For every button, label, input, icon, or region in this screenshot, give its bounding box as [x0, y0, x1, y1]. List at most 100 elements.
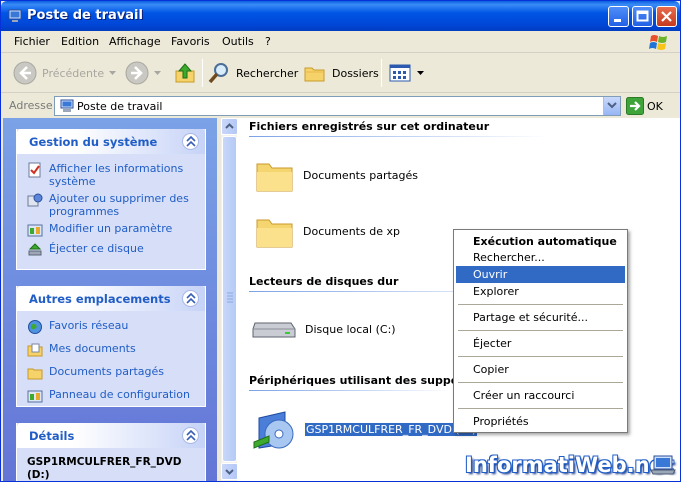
search-button[interactable]: Rechercher [207, 60, 298, 86]
menu-item-create-shortcut[interactable]: Créer un raccourci [456, 387, 625, 404]
toolbar: Précédente Rechercher Dossiers [1, 53, 680, 93]
menu-fichier[interactable]: Fichier [14, 35, 50, 48]
task-add-remove-programs[interactable]: Ajouter ou supprimer des programmes [27, 192, 199, 218]
panel-header[interactable]: Autres emplacements [17, 286, 205, 311]
panel-title: Autres emplacements [29, 292, 171, 306]
double-chevron-up-icon [186, 293, 196, 304]
close-icon [661, 11, 672, 22]
context-menu: Exécution automatique Rechercher... Ouvr… [453, 229, 628, 433]
computer-icon [60, 99, 74, 112]
watermark-text: InformatiWeb.net [465, 453, 674, 477]
drive-dvd-d[interactable]: GSP1RMCULFRER_FR_DVD (D:) [251, 406, 479, 452]
drive-local-c[interactable]: Disque local (C:) [251, 315, 396, 343]
hard-disk-icon [252, 322, 296, 338]
folder-shared-documents[interactable]: Documents partagés [255, 156, 418, 194]
control-panel-icon [27, 390, 43, 403]
menu-outils[interactable]: Outils [222, 35, 254, 48]
collapse-button[interactable] [182, 133, 199, 150]
minimize-button[interactable] [608, 6, 629, 27]
panel-header[interactable]: Détails [17, 423, 205, 448]
double-chevron-up-icon [186, 136, 196, 147]
menu-separator [458, 356, 623, 357]
chevron-down-icon [154, 70, 161, 75]
back-arrow-icon [13, 61, 37, 85]
scroll-up-button[interactable] [221, 118, 238, 135]
maximize-icon [636, 10, 649, 22]
folders-label: Dossiers [332, 66, 379, 80]
grip-icon [227, 292, 233, 303]
menu-item-eject[interactable]: Éjecter [456, 335, 625, 352]
system-info-icon [28, 162, 41, 178]
section-title-removable: Périphériques utilisant des supports amo… [249, 374, 453, 387]
forward-arrow-icon [125, 61, 149, 85]
up-folder-button[interactable] [173, 60, 197, 86]
my-documents-icon [27, 343, 43, 357]
address-input[interactable]: Poste de travail [54, 96, 621, 116]
double-chevron-up-icon [186, 430, 196, 441]
folders-button[interactable]: Dossiers [303, 60, 379, 86]
task-system-info[interactable]: Afficher les informations système [27, 162, 199, 188]
scroll-down-button[interactable] [221, 463, 238, 480]
close-button[interactable] [656, 6, 677, 27]
place-network[interactable]: Favoris réseau [27, 319, 199, 335]
chevron-up-icon [225, 123, 234, 129]
views-button[interactable] [388, 60, 424, 86]
go-arrow-icon [626, 97, 644, 115]
title-bar[interactable]: Poste de travail [1, 1, 680, 31]
control-panel-icon [27, 224, 43, 237]
panel-header[interactable]: Gestion du système [17, 129, 205, 154]
menu-item-search[interactable]: Rechercher... [456, 249, 625, 266]
maximize-button[interactable] [632, 6, 653, 27]
section-title-files: Fichiers enregistrés sur cet ordinateur [249, 120, 490, 133]
menu-bar: Fichier Edition Affichage Favoris Outils… [1, 31, 680, 53]
forward-button[interactable] [125, 60, 161, 86]
computer-icon [8, 9, 22, 22]
menu-separator [458, 304, 623, 305]
place-shared-documents[interactable]: Documents partagés [27, 365, 199, 381]
collapse-button[interactable] [182, 290, 199, 307]
menu-item-open[interactable]: Ouvrir [456, 266, 625, 283]
menu-favoris[interactable]: Favoris [171, 35, 210, 48]
folder-documents-xp[interactable]: Documents de xp [255, 212, 400, 250]
search-label: Rechercher [236, 66, 299, 80]
menu-item-autoplay[interactable]: Exécution automatique [456, 233, 625, 250]
section-title-drives: Lecteurs de disques dur [249, 275, 399, 288]
toolbar-separator [381, 59, 382, 87]
task-modify-setting[interactable]: Modifier un paramètre [27, 222, 199, 238]
windows-logo-icon [649, 35, 667, 50]
address-dropdown-button[interactable] [603, 97, 620, 115]
place-my-documents[interactable]: Mes documents [27, 342, 199, 358]
menu-item-sharing-security[interactable]: Partage et sécurité... [456, 309, 625, 326]
menu-item-copy[interactable]: Copier [456, 361, 625, 378]
menu-affichage[interactable]: Affichage [109, 35, 161, 48]
panel-title: Détails [29, 429, 75, 443]
address-label: Adresse [9, 99, 53, 112]
back-button[interactable]: Précédente [13, 60, 117, 86]
dvd-drive-label: GSP1RMCULFRER_FR_DVD (D:) [303, 421, 479, 437]
menu-item-explore[interactable]: Explorer [456, 283, 625, 300]
folder-icon [27, 368, 43, 380]
menu-item-properties[interactable]: Propriétés [456, 413, 625, 430]
folders-icon [304, 67, 325, 82]
menu-edition[interactable]: Edition [61, 35, 99, 48]
place-control-panel[interactable]: Panneau de configuration [27, 388, 199, 404]
menu-help[interactable]: ? [265, 35, 271, 48]
task-eject-disk[interactable]: Éjecter ce disque [27, 242, 199, 258]
programs-icon [27, 193, 43, 207]
chevron-down-icon [417, 70, 424, 75]
panel-details: Détails GSP1RMCULFRER_FR_DVD (D:) [16, 423, 206, 481]
go-button[interactable]: OK [626, 97, 663, 115]
vertical-scrollbar[interactable] [220, 118, 238, 481]
task-pane: Gestion du système Afficher les informat… [3, 118, 217, 481]
toolbar-separator [202, 59, 203, 87]
go-label: OK [647, 99, 663, 113]
scroll-thumb[interactable] [222, 136, 237, 462]
network-globe-icon [28, 320, 42, 334]
eject-icon [28, 243, 42, 256]
collapse-button[interactable] [182, 427, 199, 444]
dvd-drive-icon [253, 411, 294, 449]
menu-separator [458, 408, 623, 409]
window-title: Poste de travail [27, 8, 143, 23]
search-icon [208, 63, 228, 84]
panel-other-places: Autres emplacements Favoris réseau Mes d… [16, 286, 206, 407]
